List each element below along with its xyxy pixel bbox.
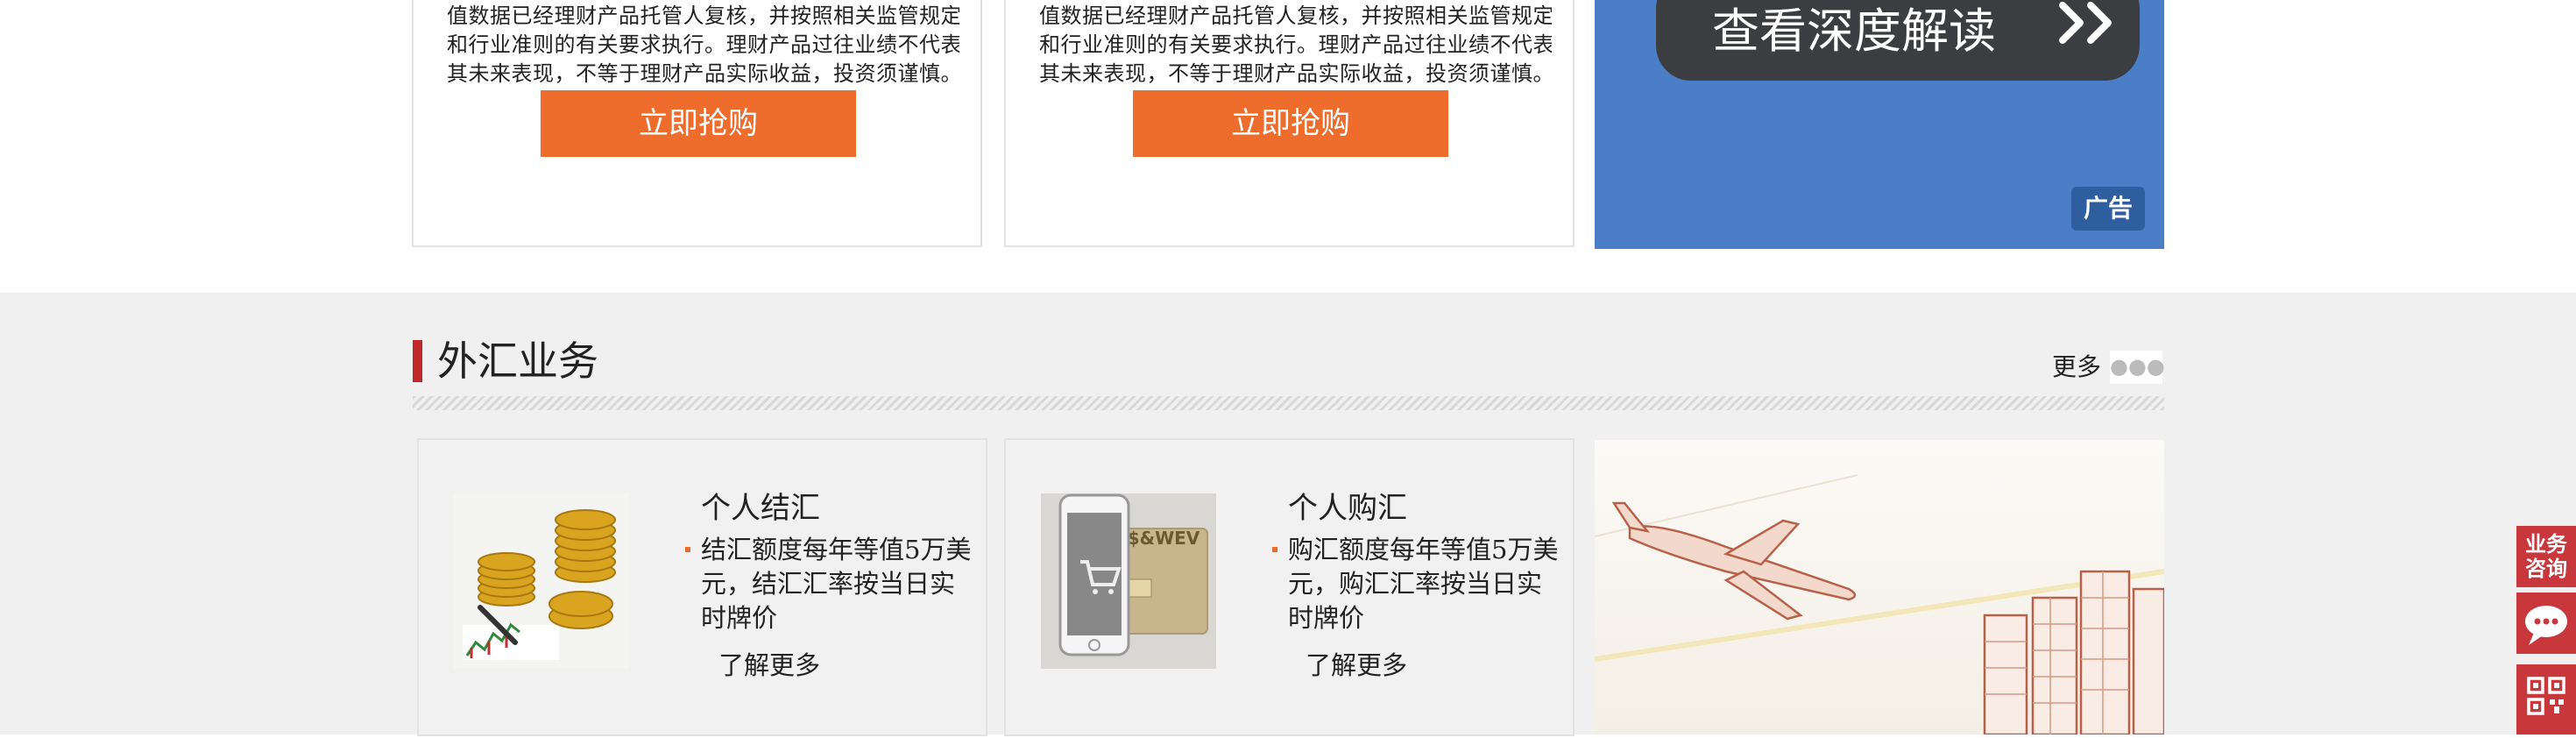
chat-button[interactable] xyxy=(2516,593,2576,654)
disclaimer-line: 其未来表现，不等于理财产品实际收益，投资须谨慎。 xyxy=(1039,61,1552,86)
ad-read-more-button[interactable]: 查看深度解读 xyxy=(1656,0,2140,81)
consult-label-line1: 业务 xyxy=(2525,532,2567,557)
disclaimer-line: 和行业准则的有关要求执行。理财产品过往业绩不代表 xyxy=(447,32,959,57)
section-divider xyxy=(413,396,2164,410)
disclaimer-line: 和行业准则的有关要求执行。理财产品过往业绩不代表 xyxy=(1039,32,1552,57)
product-card: 值数据已经理财产品托管人复核，并按照相关监管规定 和行业准则的有关要求执行。理财… xyxy=(412,0,982,247)
section-title-bar xyxy=(413,340,422,382)
disclaimer-line: 其未来表现，不等于理财产品实际收益，投资须谨慎。 xyxy=(447,61,959,86)
product-card: 值数据已经理财产品托管人复核，并按照相关监管规定 和行业准则的有关要求执行。理财… xyxy=(1004,0,1575,247)
ad-label-badge: 广告 xyxy=(2071,187,2145,231)
forex-card-description: 结汇额度每年等值5万美元，结汇汇率按当日实时牌价 xyxy=(701,535,972,633)
learn-more-link[interactable]: 了解更多 xyxy=(718,648,820,683)
forex-card-description: 购汇额度每年等值5万美元，购汇汇率按当日实时牌价 xyxy=(1288,535,1559,633)
product-disclaimer: 值数据已经理财产品托管人复核，并按照相关监管规定 和行业准则的有关要求执行。理财… xyxy=(447,2,959,89)
gold-coins-image xyxy=(454,493,629,669)
business-consult-button[interactable]: 业务 咨询 xyxy=(2516,526,2576,587)
forex-card-settlement[interactable]: 个人结汇 结汇额度每年等值5万美元，结汇汇率按当日实时牌价 了解更多 xyxy=(417,438,987,736)
product-disclaimer: 值数据已经理财产品托管人复核，并按照相关监管规定 和行业准则的有关要求执行。理财… xyxy=(1039,2,1552,89)
ad-banner[interactable]: 查看深度解读 广告 xyxy=(1595,0,2164,249)
buy-now-button[interactable]: 立即抢购 xyxy=(1133,90,1448,157)
card-text: $&WEV xyxy=(1128,528,1200,549)
ad-headline: 查看深度解读 xyxy=(1712,4,1996,59)
disclaimer-line: 值数据已经理财产品托管人复核，并按照相关监管规定 xyxy=(447,4,959,28)
disclaimer-line: 值数据已经理财产品托管人复核，并按照相关监管规定 xyxy=(1039,4,1552,28)
consult-label-line2: 咨询 xyxy=(2525,557,2567,581)
bullet-icon xyxy=(1272,547,1277,552)
qr-code-icon xyxy=(2527,677,2565,715)
buy-now-button[interactable]: 立即抢购 xyxy=(541,90,856,157)
more-dots-icon[interactable]: ●●● xyxy=(2110,351,2165,384)
chat-bubble-icon xyxy=(2525,606,2567,645)
learn-more-link[interactable]: 了解更多 xyxy=(1306,648,1407,683)
double-chevron-right-icon xyxy=(2059,2,2112,44)
forex-card-purchase[interactable]: $&WEV 个人购汇 购汇额度每年等值5万美元，购汇汇率按当日实时牌价 了解更多 xyxy=(1004,438,1575,736)
qr-code-button[interactable] xyxy=(2516,664,2576,734)
more-link[interactable]: 更多 xyxy=(2052,351,2101,384)
bullet-icon xyxy=(685,547,690,552)
forex-card-title[interactable]: 个人结汇 xyxy=(701,489,820,528)
forex-card-title[interactable]: 个人购汇 xyxy=(1288,489,1407,528)
phone-card-image: $&WEV xyxy=(1041,493,1216,669)
airplane-illustration[interactable] xyxy=(1595,440,2164,734)
section-title: 外汇业务 xyxy=(437,337,598,385)
